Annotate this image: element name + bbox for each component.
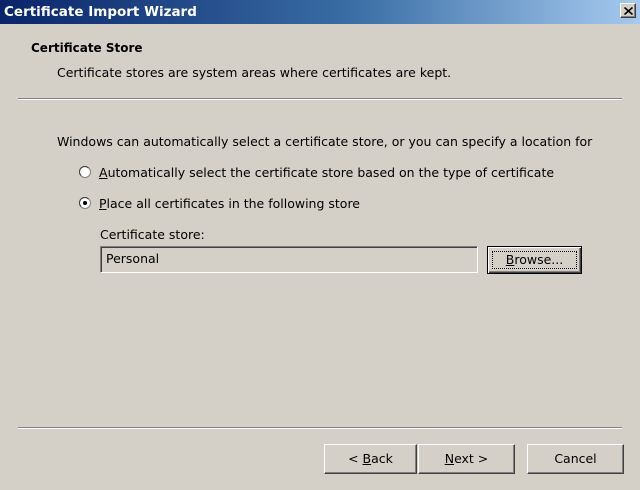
certificate-store-label: Certificate store: (100, 227, 205, 242)
radio-auto-select-label: Automatically select the certificate sto… (99, 164, 555, 180)
radio-place-in-store-label: Place all certificates in the following … (99, 195, 360, 211)
next-button[interactable]: Next > (418, 444, 515, 474)
close-button[interactable] (620, 3, 636, 18)
wizard-header: Certificate Store Certificate stores are… (0, 24, 640, 98)
browse-button[interactable]: Browse... (487, 246, 582, 274)
wizard-window: Certificate Import Wizard Certificate St… (0, 0, 640, 490)
header-separator (18, 98, 622, 100)
intro-text: Windows can automatically select a certi… (57, 134, 593, 149)
title-bar: Certificate Import Wizard (0, 0, 640, 24)
footer-separator (18, 427, 622, 429)
cancel-button[interactable]: Cancel (527, 444, 624, 474)
radio-auto-select[interactable]: Automatically select the certificate sto… (79, 164, 554, 180)
focus-rect (492, 251, 577, 269)
back-button-label: < Back (348, 451, 393, 466)
certificate-store-field: Personal (100, 246, 478, 273)
radio-place-in-store[interactable]: Place all certificates in the following … (79, 195, 360, 211)
next-button-label: Next > (444, 451, 489, 466)
page-description: Certificate stores are system areas wher… (57, 65, 452, 80)
back-button[interactable]: < Back (324, 444, 417, 474)
radio-button-unselected[interactable] (79, 166, 91, 178)
close-icon (624, 7, 633, 15)
window-title: Certificate Import Wizard (4, 4, 197, 20)
radio-button-selected[interactable] (79, 197, 91, 209)
page-title: Certificate Store (31, 41, 143, 55)
